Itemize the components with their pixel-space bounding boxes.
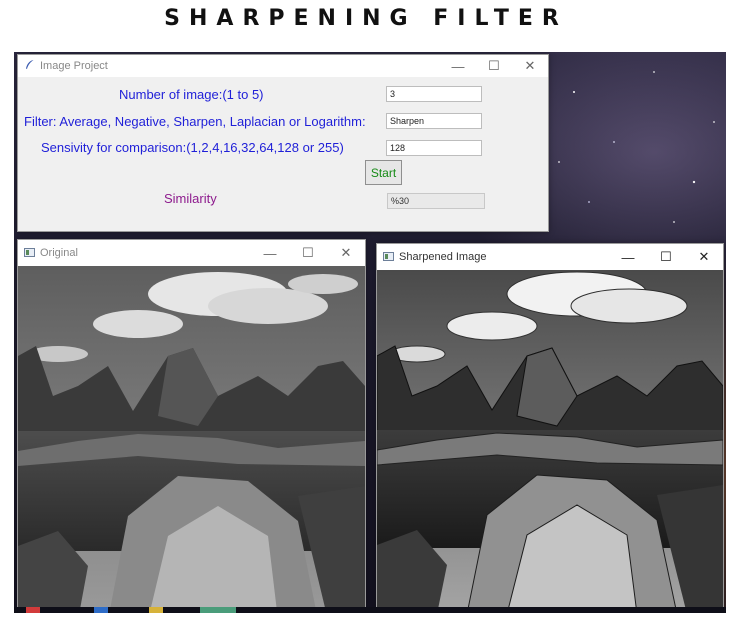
maximize-button[interactable]: ☐ xyxy=(647,244,685,270)
close-button[interactable]: ✕ xyxy=(512,55,548,77)
original-image xyxy=(18,266,365,613)
window-title: Image Project xyxy=(40,60,108,72)
image-window-icon xyxy=(383,252,394,261)
image-project-window: Image Project — ☐ ✕ Number of image:(1 t… xyxy=(17,54,549,232)
minimize-button[interactable]: — xyxy=(440,55,476,77)
sharpened-image xyxy=(377,270,723,613)
maximize-button[interactable]: ☐ xyxy=(289,240,327,266)
filter-input[interactable]: Sharpen xyxy=(386,113,482,129)
sensivity-input[interactable]: 128 xyxy=(386,140,482,156)
title-bar[interactable]: Original — ☐ ✕ xyxy=(18,240,365,266)
image-window-icon xyxy=(24,248,35,257)
filter-label: Filter: Average, Negative, Sharpen, Lapl… xyxy=(24,114,366,129)
taskbar xyxy=(14,607,726,613)
close-button[interactable]: ✕ xyxy=(685,244,723,270)
taskbar-app-icon[interactable] xyxy=(200,607,236,613)
sensivity-label: Sensivity for comparison:(1,2,4,16,32,64… xyxy=(41,140,344,155)
number-of-image-label: Number of image:(1 to 5) xyxy=(119,87,264,102)
desktop-background: Image Project — ☐ ✕ Number of image:(1 t… xyxy=(14,52,726,613)
title-bar[interactable]: Image Project — ☐ ✕ xyxy=(18,55,548,77)
sharpened-window: Sharpened Image — ☐ ✕ xyxy=(376,243,724,613)
window-title: Sharpened Image xyxy=(399,251,487,263)
number-of-image-input[interactable]: 3 xyxy=(386,86,482,102)
taskbar-app-icon[interactable] xyxy=(94,607,108,613)
feather-icon xyxy=(26,60,34,69)
original-window: Original — ☐ ✕ xyxy=(17,239,366,613)
title-bar[interactable]: Sharpened Image — ☐ ✕ xyxy=(377,244,723,270)
taskbar-app-icon[interactable] xyxy=(149,607,163,613)
minimize-button[interactable]: — xyxy=(609,244,647,270)
start-button[interactable]: Start xyxy=(365,160,402,185)
taskbar-app-icon[interactable] xyxy=(26,607,40,613)
similarity-value: %30 xyxy=(387,193,485,209)
maximize-button[interactable]: ☐ xyxy=(476,55,512,77)
page-title: SHARPENING FILTER xyxy=(164,6,568,31)
similarity-label: Similarity xyxy=(164,191,217,206)
window-title: Original xyxy=(40,247,78,259)
close-button[interactable]: ✕ xyxy=(327,240,365,266)
minimize-button[interactable]: — xyxy=(251,240,289,266)
